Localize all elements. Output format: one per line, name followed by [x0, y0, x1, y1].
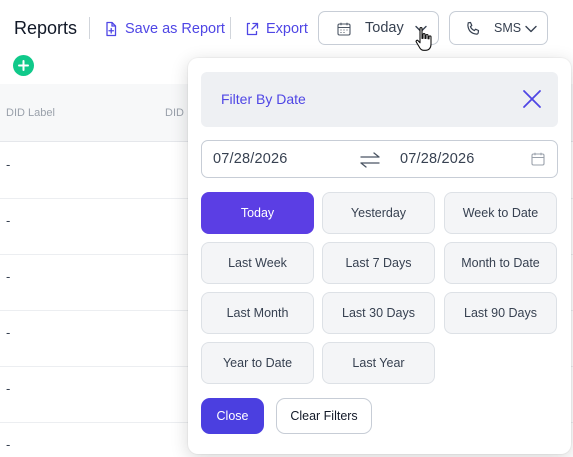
toolbar-divider	[89, 17, 90, 39]
export-button[interactable]: Export	[244, 18, 308, 40]
preset-week-to-date[interactable]: Week to Date	[444, 192, 557, 234]
file-plus-icon	[106, 21, 117, 37]
preset-yesterday[interactable]: Yesterday	[322, 192, 435, 234]
preset-year-to-date[interactable]: Year to Date	[201, 342, 314, 384]
save-as-report-button[interactable]: Save as Report	[103, 18, 225, 40]
export-label: Export	[266, 21, 308, 37]
popover-title: Filter By Date	[221, 91, 306, 107]
toolbar: Reports Save as Report Export Today SMS	[0, 0, 573, 58]
column-header-did-label: DID Label	[6, 107, 55, 119]
table-cell: -	[6, 213, 11, 228]
column-header-did: DID	[165, 107, 184, 119]
save-as-report-label: Save as Report	[125, 21, 225, 37]
table-cell: -	[6, 269, 11, 284]
preset-today[interactable]: Today	[201, 192, 314, 234]
add-button[interactable]	[13, 55, 34, 76]
preset-month-to-date[interactable]: Month to Date	[444, 242, 557, 284]
reports-page: Reports Save as Report Export Today SMS …	[0, 0, 573, 457]
preset-last-week[interactable]: Last Week	[201, 242, 314, 284]
preset-last-month[interactable]: Last Month	[201, 292, 314, 334]
cursor-hand-icon	[415, 27, 432, 51]
calendar-icon[interactable]	[531, 152, 545, 166]
end-date-field[interactable]: 07/28/2026	[400, 151, 475, 167]
date-filter-popover: Filter By Date 07/28/2026 07/28/2026 Tod…	[188, 58, 571, 454]
date-filter-label: Today	[365, 20, 404, 36]
table-cell: -	[6, 381, 11, 396]
close-icon[interactable]	[520, 87, 544, 111]
phone-icon	[467, 21, 480, 35]
plus-icon	[18, 60, 29, 71]
table-cell: -	[6, 325, 11, 340]
start-date-field[interactable]: 07/28/2026	[213, 151, 288, 167]
swap-icon	[360, 152, 380, 168]
calendar-icon	[337, 22, 351, 36]
popover-header: Filter By Date	[201, 72, 558, 127]
close-button[interactable]: Close	[201, 398, 264, 434]
toolbar-divider	[230, 17, 231, 39]
table-cell: -	[6, 437, 11, 452]
channel-dropdown[interactable]: SMS	[449, 11, 548, 45]
chevron-down-icon	[525, 25, 537, 33]
page-title: Reports	[14, 18, 78, 38]
table-cell: -	[6, 157, 11, 172]
preset-last-7-days[interactable]: Last 7 Days	[322, 242, 435, 284]
export-icon	[246, 22, 259, 36]
preset-last-30-days[interactable]: Last 30 Days	[322, 292, 435, 334]
clear-filters-button[interactable]: Clear Filters	[276, 398, 372, 434]
channel-label: SMS	[494, 21, 522, 35]
date-range-input[interactable]: 07/28/2026 07/28/2026	[201, 140, 558, 178]
preset-last-90-days[interactable]: Last 90 Days	[444, 292, 557, 334]
preset-last-year[interactable]: Last Year	[322, 342, 435, 384]
